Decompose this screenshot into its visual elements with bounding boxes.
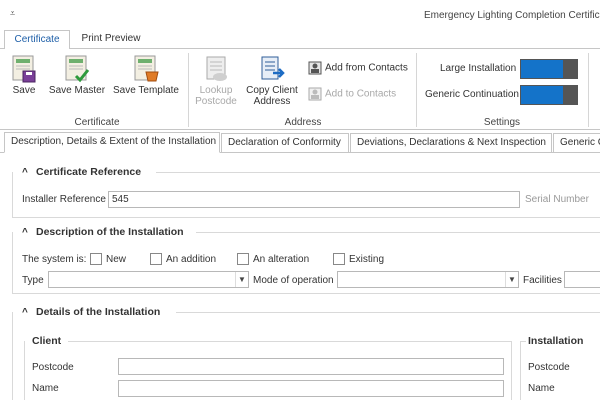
chevron-down-icon: ▼ — [235, 272, 248, 287]
lookup-postcode-icon — [206, 56, 227, 81]
save-master-label: Save Master — [48, 85, 106, 96]
ribbon-tabs: Certificate Print Preview — [0, 30, 600, 49]
installer-reference-label: Installer Reference — [22, 194, 106, 205]
type-label: Type — [22, 275, 44, 286]
title-bar: ⩡ Emergency Lighting Completion Certific… — [0, 0, 600, 30]
new-label: New — [106, 254, 127, 265]
generic-continuation-label: Generic Continuation — [425, 89, 519, 100]
tab-description-details[interactable]: Description, Details & Extent of the Ins… — [4, 132, 220, 153]
addition-label: An addition — [166, 254, 217, 265]
copy-client-address-icon — [261, 56, 285, 80]
large-installation-label: Large Installation — [440, 63, 517, 74]
certificate-group-label: Certificate — [74, 117, 120, 128]
facilities-select[interactable] — [564, 271, 600, 288]
new-checkbox[interactable] — [90, 253, 102, 265]
save-template-button[interactable]: Save Template — [112, 55, 180, 96]
system-is-label: The system is: — [22, 254, 87, 265]
save-master-button[interactable]: Save Master — [48, 55, 106, 96]
tab-certificate[interactable]: Certificate — [4, 30, 70, 49]
save-master-icon — [65, 55, 90, 83]
large-installation-toggle[interactable] — [520, 59, 578, 79]
client-postcode-label: Postcode — [32, 362, 74, 373]
client-postcode-input[interactable] — [118, 358, 504, 375]
save-template-icon — [134, 55, 159, 82]
ribbon: Save Save Master Save Template Certifica… — [0, 48, 600, 130]
form-content: ^ Certificate Reference Installer Referen… — [0, 154, 600, 400]
add-from-contacts-icon — [308, 61, 322, 75]
alteration-label: An alteration — [253, 254, 310, 265]
installation-postcode-label: Postcode — [528, 362, 570, 373]
ribbon-separator — [188, 53, 189, 127]
copy-client-label-1: Copy Client — [246, 85, 298, 96]
settings-group-label: Settings — [483, 117, 521, 128]
existing-checkbox[interactable] — [333, 253, 345, 265]
type-select[interactable]: ▼ — [48, 271, 249, 288]
save-template-label: Save Template — [113, 85, 179, 96]
add-from-contacts-label: Add from Contacts — [325, 62, 408, 74]
save-certificate-icon — [12, 55, 36, 83]
addition-checkbox[interactable] — [150, 253, 162, 265]
copy-client-label-2: Address — [253, 96, 291, 107]
save-label: Save — [12, 85, 36, 96]
toggle-knob — [563, 60, 577, 78]
tab-print-preview[interactable]: Print Preview — [74, 30, 148, 49]
lookup-postcode-label-2: Postcode — [195, 96, 237, 107]
chevron-down-icon: ▼ — [505, 272, 518, 287]
add-to-contacts-icon — [308, 87, 322, 101]
lookup-postcode-label-1: Lookup — [199, 85, 233, 96]
client-name-input[interactable] — [118, 380, 504, 397]
mode-of-operation-select[interactable]: ▼ — [337, 271, 519, 288]
quick-access-dropdown-icon[interactable]: ⩡ — [10, 8, 15, 19]
add-to-contacts-label: Add to Contacts — [325, 88, 397, 100]
serial-number-label: Serial Number — [525, 194, 589, 205]
ribbon-separator — [588, 53, 589, 127]
generic-continuation-toggle[interactable] — [520, 85, 578, 105]
facilities-label: Facilities — [523, 275, 562, 286]
tab-generic-continuation[interactable]: Generic C — [553, 133, 600, 153]
tab-declaration-of-conformity[interactable]: Declaration of Conformity — [221, 133, 349, 153]
existing-label: Existing — [349, 254, 385, 265]
ribbon-separator — [416, 53, 417, 127]
mode-of-operation-label: Mode of operation — [253, 275, 334, 286]
client-name-label: Name — [32, 383, 59, 394]
document-tabs: Description, Details & Extent of the Ins… — [0, 131, 600, 153]
add-to-contacts-button[interactable]: Add to Contacts — [308, 87, 396, 102]
lookup-postcode-button[interactable]: Lookup Postcode — [194, 55, 238, 107]
toggle-knob — [563, 86, 577, 104]
installation-name-label: Name — [528, 383, 555, 394]
add-from-contacts-button[interactable]: Add from Contacts — [308, 61, 408, 76]
alteration-checkbox[interactable] — [237, 253, 249, 265]
save-button[interactable]: Save — [8, 55, 40, 96]
installer-reference-input[interactable]: 545 — [108, 191, 520, 208]
copy-client-address-button[interactable]: Copy Client Address — [244, 55, 300, 107]
address-group-label: Address — [284, 117, 322, 128]
window-title: Emergency Lighting Completion Certificat — [424, 10, 600, 21]
tab-deviations-declarations[interactable]: Deviations, Declarations & Next Inspecti… — [350, 133, 552, 153]
